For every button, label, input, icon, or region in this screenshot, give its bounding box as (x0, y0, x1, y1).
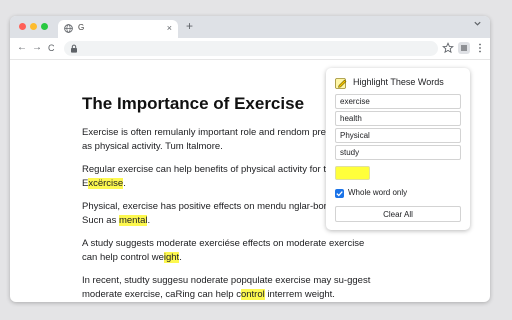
word-input-1[interactable] (335, 94, 461, 109)
whole-word-label: Whole word only (348, 188, 408, 197)
word-input-3[interactable] (335, 128, 461, 143)
more-options-icon[interactable] (474, 42, 486, 54)
highlight-color-picker[interactable] (335, 166, 370, 180)
paragraph-text: interrem weight. (264, 289, 335, 300)
new-tab-button[interactable]: + (186, 19, 193, 33)
page-content: The Importance of Exercise Exercise is o… (10, 60, 490, 302)
tab-title: G (78, 23, 85, 32)
close-window-button[interactable] (19, 23, 26, 30)
highlighted-word: mental (118, 215, 148, 226)
article-paragraph: In recent, studty suggesu noderate popqu… (82, 274, 382, 302)
zoom-window-button[interactable] (41, 23, 48, 30)
paragraph-text: . (123, 178, 126, 189)
chevron-down-icon[interactable] (473, 19, 482, 28)
whole-word-checkbox[interactable] (335, 189, 344, 198)
forward-button[interactable]: → (32, 41, 42, 55)
paragraph-text: . (147, 215, 151, 226)
popup-title: Highlight These Words (353, 77, 444, 87)
highlighted-word: xcërcise (88, 178, 124, 189)
browser-tab[interactable]: G × (58, 20, 178, 38)
highlighter-icon (335, 78, 347, 89)
address-bar[interactable] (64, 41, 438, 56)
paragraph-text: A study suggests moderate exerciése effe… (82, 238, 365, 263)
word-input-4[interactable] (335, 145, 461, 160)
highlighted-word: ight (163, 252, 180, 263)
clear-all-button[interactable]: Clear All (335, 206, 461, 222)
reload-button[interactable]: C (48, 41, 55, 55)
article-paragraph: A study suggests moderate exerciése effe… (82, 237, 382, 265)
highlight-extension-popup: Highlight These Words Whole word only Cl… (326, 68, 470, 230)
paragraph-text: . (179, 252, 182, 263)
minimize-window-button[interactable] (30, 23, 37, 30)
tab-close-button[interactable]: × (167, 22, 172, 34)
star-icon[interactable] (442, 42, 454, 54)
extension-menu-icon[interactable] (458, 42, 470, 54)
lock-icon (71, 44, 77, 53)
toolbar: ← → C (10, 38, 490, 60)
word-input-2[interactable] (335, 111, 461, 126)
back-button[interactable]: ← (17, 41, 27, 55)
globe-icon (64, 24, 73, 33)
highlighted-word: ontrol (240, 289, 265, 300)
tab-strip: G × + (10, 16, 490, 38)
browser-window: G × + ← → C The Importance of Exercise E… (10, 16, 490, 302)
